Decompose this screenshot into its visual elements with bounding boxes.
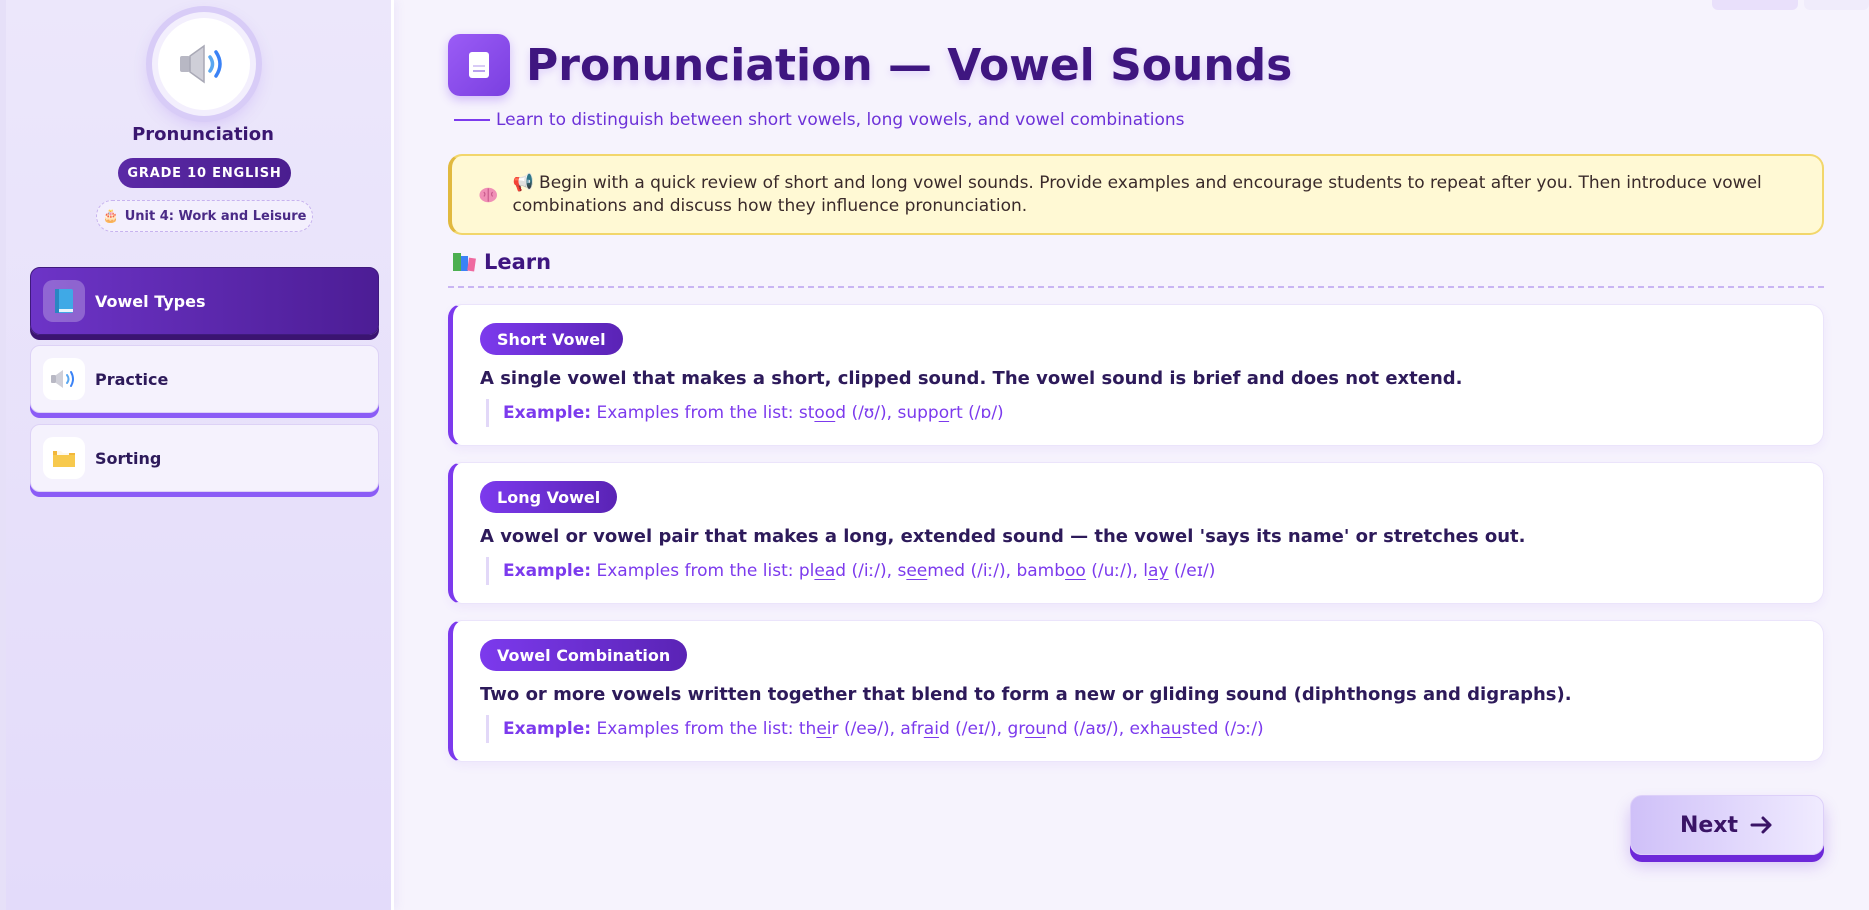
card-definition: Two or more vowels written together that…: [480, 684, 1572, 705]
next-button-label: Next: [1679, 812, 1739, 838]
brain-icon: [479, 187, 498, 202]
example-word: plead (/iː/): [798, 561, 887, 581]
sidebar-item-vowel-types[interactable]: Vowel Types: [30, 267, 379, 335]
example-word: seemed (/iː/): [897, 561, 1006, 581]
vowel-card-combination: Vowel Combination Two or more vowels wri…: [448, 620, 1824, 762]
sidebar-item-label: Practice: [95, 369, 169, 389]
notice-text: 📢 Begin with a quick review of short and…: [512, 172, 1806, 218]
unit-badge: 🎂 Unit 4: Work and Leisure: [96, 200, 313, 232]
top-tab-1: [1712, 0, 1798, 10]
unit-label: Unit 4: Work and Leisure: [124, 208, 307, 224]
card-tag: Short Vowel: [480, 323, 623, 355]
sidebar-item-sorting[interactable]: Sorting: [30, 424, 379, 492]
app-name: Pronunciation: [132, 124, 274, 145]
example-word: lay (/eɪ/): [1143, 561, 1216, 581]
example-label: Example:: [503, 719, 592, 739]
speaker-icon: [180, 44, 222, 84]
cake-icon: 🎂: [102, 208, 119, 224]
example-label: Example:: [503, 403, 592, 423]
folder-icon: [43, 437, 85, 479]
example-word: ground (/aʊ/): [1007, 719, 1119, 739]
notice-body: Begin with a quick review of short and l…: [512, 172, 1762, 216]
subtitle-accent-line: [454, 119, 490, 121]
grade-badge: GRADE 10 ENGLISH: [118, 158, 291, 188]
card-example: Example: Examples from the list: plead (…: [486, 557, 1215, 585]
books-icon: [453, 253, 476, 272]
card-definition: A vowel or vowel pair that makes a long,…: [480, 526, 1526, 547]
section-divider: [448, 286, 1824, 288]
section-heading: Learn: [452, 250, 551, 274]
card-tag: Vowel Combination: [480, 639, 688, 671]
teacher-notice: 📢 Begin with a quick review of short and…: [448, 154, 1824, 235]
arrow-right-icon: [1750, 816, 1772, 834]
example-label: Example:: [503, 561, 592, 581]
vowel-card-short: Short Vowel A single vowel that makes a …: [448, 304, 1824, 446]
page-icon: [448, 34, 510, 96]
section-label: Learn: [484, 250, 552, 274]
example-word: their (/eə/): [798, 719, 890, 739]
example-word: bamboo (/uː/): [1016, 561, 1133, 581]
sidebar-item-label: Vowel Types: [95, 291, 206, 311]
card-definition: A single vowel that makes a short, clipp…: [480, 368, 1463, 389]
example-word: stood (/ʊ/): [798, 403, 887, 423]
sidebar: Pronunciation GRADE 10 ENGLISH 🎂 Unit 4:…: [0, 0, 394, 910]
speaker-icon: [43, 358, 85, 400]
sidebar-item-label: Sorting: [95, 448, 162, 468]
megaphone-icon: 📢: [512, 172, 534, 193]
card-example: Example: Examples from the list: their (…: [486, 715, 1264, 743]
page-title: Pronunciation — Vowel Sounds: [526, 40, 1293, 91]
book-icon: [469, 52, 489, 78]
book-icon: [43, 280, 85, 322]
page-subtitle: Learn to distinguish between short vowel…: [496, 110, 1185, 130]
vowel-card-long: Long Vowel A vowel or vowel pair that ma…: [448, 462, 1824, 604]
example-word: exhausted (/ɔː/): [1129, 719, 1264, 739]
card-tag: Long Vowel: [480, 481, 618, 513]
example-word: afraid (/eɪ/): [900, 719, 997, 739]
example-word: support (/ɒ/): [897, 403, 1004, 423]
app-logo: [152, 12, 256, 116]
sidebar-item-practice[interactable]: Practice: [30, 345, 379, 413]
top-tab-2: [1804, 0, 1869, 10]
card-example: Example: Examples from the list: stood (…: [486, 399, 1004, 427]
next-button[interactable]: Next: [1630, 795, 1824, 855]
